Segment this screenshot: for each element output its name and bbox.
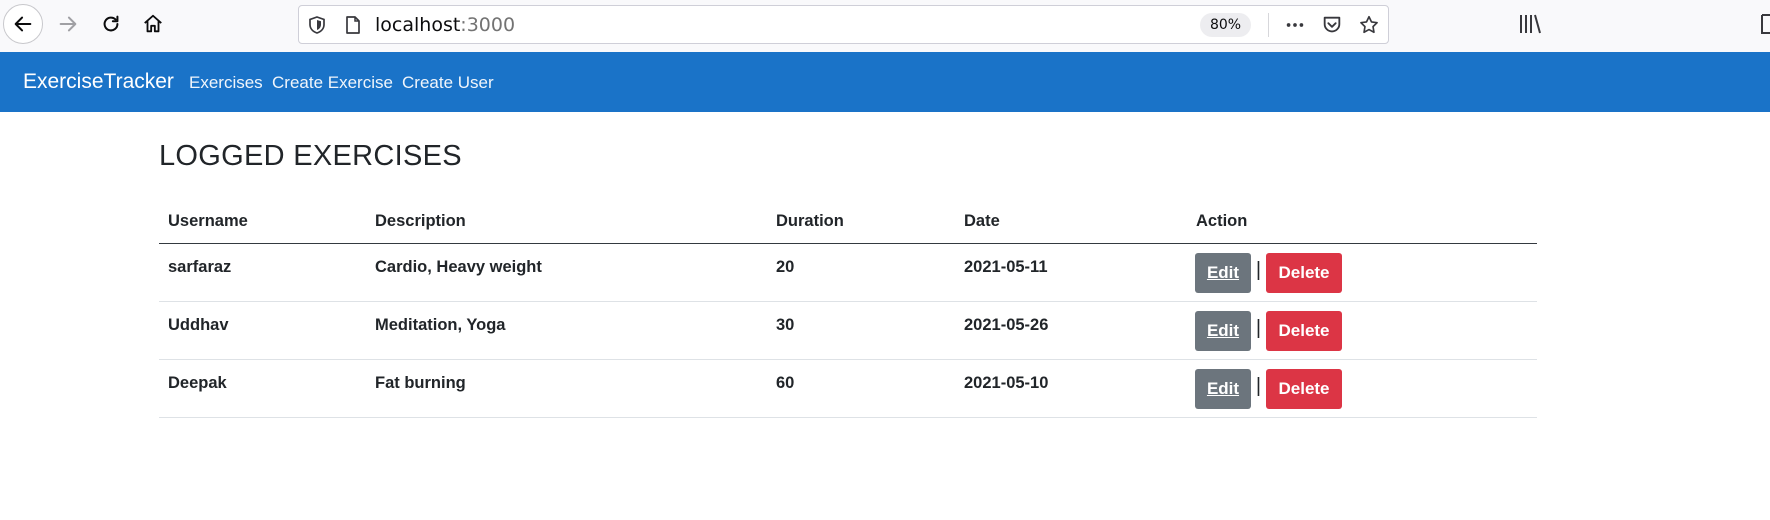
browser-toolbar: localhost:3000 80% xyxy=(0,0,1770,52)
url-text[interactable]: localhost:3000 xyxy=(375,14,515,36)
page-info-icon[interactable] xyxy=(343,15,363,35)
header-date: Date xyxy=(955,200,1187,244)
nav-link-exercises[interactable]: Exercises xyxy=(189,73,263,93)
table-row: Uddhav Meditation, Yoga 30 2021-05-26 Ed… xyxy=(159,301,1537,360)
action-separator: | xyxy=(1255,374,1262,397)
cell-username: Deepak xyxy=(159,359,366,418)
header-username: Username xyxy=(159,200,366,244)
page-actions-button[interactable] xyxy=(1283,13,1307,37)
cell-description: Meditation, Yoga xyxy=(366,301,767,360)
bookmark-button[interactable] xyxy=(1357,13,1381,37)
reload-icon xyxy=(103,15,119,32)
zoom-badge[interactable]: 80% xyxy=(1200,13,1251,37)
forward-arrow-icon xyxy=(59,16,77,32)
delete-button[interactable]: Delete xyxy=(1266,252,1342,293)
cell-duration: 60 xyxy=(767,359,955,418)
cell-date: 2021-05-10 xyxy=(955,359,1187,418)
action-separator: | xyxy=(1255,258,1262,281)
cell-actions: Edit | Delete xyxy=(1187,243,1537,302)
more-dots-icon xyxy=(1286,23,1304,27)
address-bar[interactable]: localhost:3000 80% xyxy=(298,5,1389,44)
edit-button[interactable]: Edit xyxy=(1195,252,1251,293)
cell-actions: Edit | Delete xyxy=(1187,359,1537,418)
cell-actions: Edit | Delete xyxy=(1187,301,1537,360)
pocket-icon xyxy=(1323,16,1341,33)
sidebar-icon[interactable] xyxy=(1760,12,1770,36)
delete-button[interactable]: Delete xyxy=(1266,310,1342,351)
back-arrow-icon xyxy=(14,16,32,32)
table-row: sarfaraz Cardio, Heavy weight 20 2021-05… xyxy=(159,243,1537,302)
shield-icon[interactable] xyxy=(307,15,327,35)
table-header: Username Description Duration Date Actio… xyxy=(159,200,1537,244)
back-button[interactable] xyxy=(3,4,43,44)
cell-description: Cardio, Heavy weight xyxy=(366,243,767,302)
edit-button[interactable]: Edit xyxy=(1195,310,1251,351)
cell-date: 2021-05-11 xyxy=(955,243,1187,302)
page-title: LOGGED EXERCISES xyxy=(159,140,462,172)
cell-date: 2021-05-26 xyxy=(955,301,1187,360)
pocket-button[interactable] xyxy=(1320,13,1344,37)
header-duration: Duration xyxy=(767,200,955,244)
app-navbar: ExerciseTracker Exercises Create Exercis… xyxy=(0,52,1770,112)
table-row: Deepak Fat burning 60 2021-05-10 Edit | De… xyxy=(159,359,1537,418)
cell-username: sarfaraz xyxy=(159,243,366,302)
cell-duration: 30 xyxy=(767,301,955,360)
star-icon xyxy=(1360,15,1378,34)
action-separator: | xyxy=(1255,316,1262,339)
delete-button[interactable]: Delete xyxy=(1266,368,1342,409)
nav-link-create-exercise[interactable]: Create Exercise xyxy=(272,73,393,93)
url-port: :3000 xyxy=(460,14,516,36)
forward-button[interactable] xyxy=(48,4,88,44)
home-icon xyxy=(144,14,162,33)
nav-link-create-user[interactable]: Create User xyxy=(402,73,494,93)
home-button[interactable] xyxy=(133,4,173,44)
header-description: Description xyxy=(366,200,767,244)
brand-link[interactable]: ExerciseTracker xyxy=(23,70,174,94)
exercises-table: Username Description Duration Date Actio… xyxy=(159,200,1537,418)
url-host: localhost xyxy=(375,14,461,36)
cell-duration: 20 xyxy=(767,243,955,302)
reload-button[interactable] xyxy=(91,4,131,44)
cell-description: Fat burning xyxy=(366,359,767,418)
header-row: Username Description Duration Date Actio… xyxy=(159,200,1537,244)
cell-username: Uddhav xyxy=(159,301,366,360)
header-action: Action xyxy=(1187,200,1537,244)
url-bar-divider xyxy=(1268,13,1269,37)
edit-button[interactable]: Edit xyxy=(1195,368,1251,409)
library-icon[interactable] xyxy=(1518,12,1544,36)
